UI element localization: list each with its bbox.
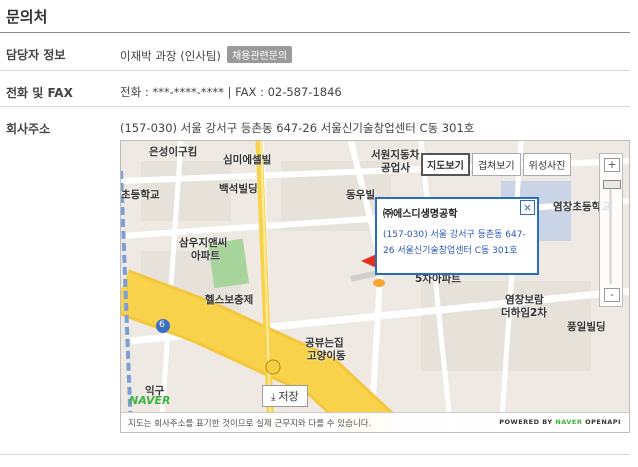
company-map[interactable]: 은성이구킴 심미에셀빌 서원지동차 공업사 백석빌딩 초등학교 동우빌 염창초등… <box>120 140 630 433</box>
address-value: (157-030) 서울 강서구 등촌동 647-26 서울신기술창업센터 C동… <box>120 121 475 135</box>
zoom-in-button[interactable]: + <box>604 158 620 172</box>
save-button-label: 저장 <box>278 390 299 403</box>
map-label: 백석빌딩 <box>219 183 258 195</box>
toggle-map-view[interactable]: 지도보기 <box>421 153 470 176</box>
contact-person: 이재박 과장 (인사팀) <box>120 49 221 63</box>
popup-company-name: ㈜에스디생명공학 <box>383 209 458 220</box>
powered-by-text: POWERED BY <box>499 418 553 426</box>
map-canvas <box>121 141 629 432</box>
map-label: 헬스보충제 <box>205 294 254 306</box>
bottom-divider <box>0 454 630 455</box>
map-disclaimer: 지도는 회사주소를 표기한 것이므로 실제 근무지와 다를 수 있습니다. <box>128 419 372 429</box>
address-label: 회사주소 <box>6 122 51 136</box>
phone-value: 전화 : ***-****-**** | FAX : 02-587-1846 <box>120 85 342 99</box>
map-label: 풍일빌딩 <box>567 321 606 333</box>
zoom-slider-handle[interactable] <box>603 180 621 189</box>
toggle-satellite-view[interactable]: 위성사진 <box>522 153 572 176</box>
map-label: 은성이구킴 <box>149 146 198 158</box>
map-label: 초등학교 <box>121 189 160 201</box>
map-label: 동우빌 <box>346 189 375 201</box>
inquiry-badge[interactable]: 채용관련문의 <box>226 46 293 63</box>
phone-label: 전화 및 FAX <box>6 86 73 100</box>
row-divider <box>0 70 630 71</box>
map-label: 아파트 <box>191 250 220 262</box>
powered-by-openapi-text: OPENAPI <box>585 418 621 426</box>
map-label: 고양이동 <box>307 350 346 362</box>
contact-label: 담당자 정보 <box>6 48 66 62</box>
company-info-popup: ㈜에스디생명공학 × (157-030) 서울 강서구 등촌동 647-26 서… <box>375 197 539 275</box>
road-number: 6 <box>159 320 165 330</box>
map-label: 더하임2차 <box>501 307 547 319</box>
zoom-out-button[interactable]: - <box>604 288 620 302</box>
powered-by-naver-text: NAVER <box>555 418 583 426</box>
section-divider <box>0 32 630 33</box>
map-label: 공업사 <box>381 162 410 174</box>
close-icon[interactable]: × <box>520 200 535 215</box>
download-icon: ⤓ <box>271 392 276 403</box>
save-map-button[interactable]: ⤓ 저장 <box>262 385 308 407</box>
zoom-track[interactable] <box>609 184 612 284</box>
powered-by-naver: POWERED BY NAVER OPENAPI <box>499 418 621 426</box>
section-title: 문의처 <box>6 8 48 26</box>
naver-logo: NAVER <box>129 394 171 407</box>
row-divider <box>0 106 630 107</box>
contact-value: 이재박 과장 (인사팀) 채용관련문의 <box>120 46 293 64</box>
toggle-overlay-view[interactable]: 겹쳐보기 <box>471 153 521 176</box>
map-type-toggle: 지도보기 겹쳐보기 위성사진 <box>421 153 573 176</box>
popup-address[interactable]: (157-030) 서울 강서구 등촌동 647-26 서울신기술창업센터 C동… <box>383 227 533 259</box>
zoom-control: + - <box>599 153 623 307</box>
map-footer: 지도는 회사주소를 표기한 것이므로 실제 근무지와 다를 수 있습니다. PO… <box>121 412 629 432</box>
map-label: 심미에셀빌 <box>223 154 272 166</box>
